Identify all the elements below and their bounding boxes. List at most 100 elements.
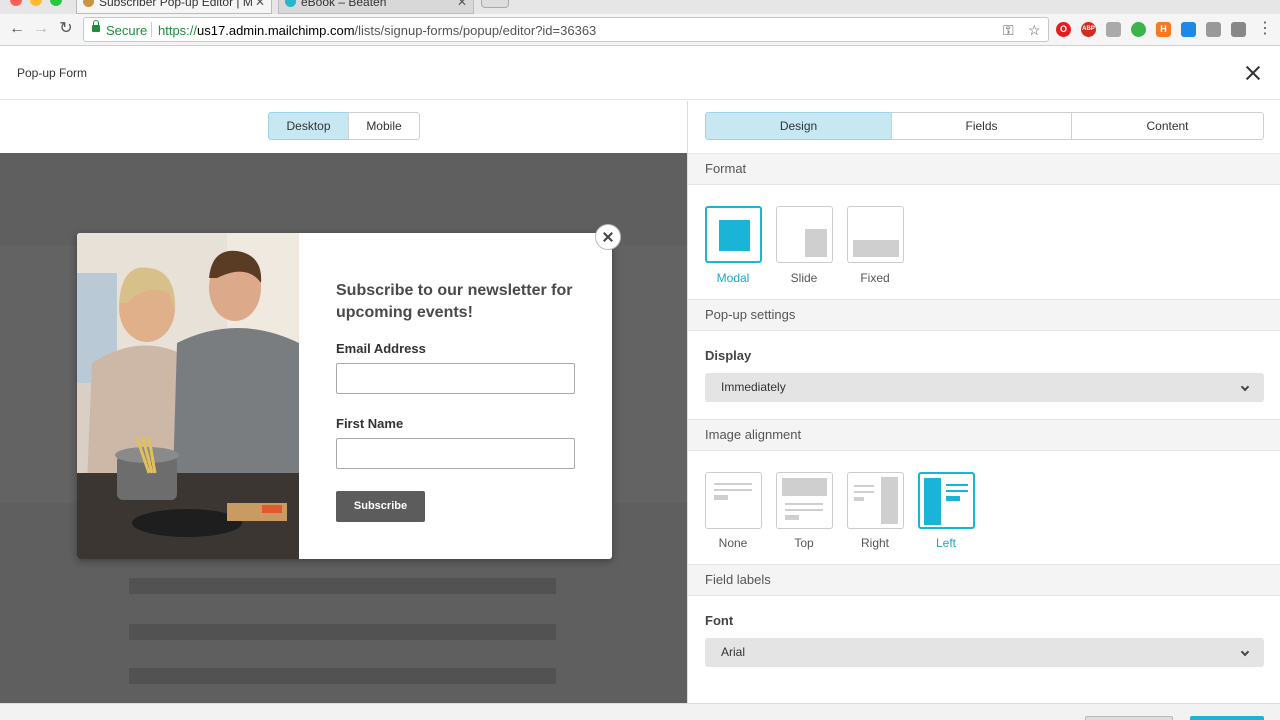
align-right-line xyxy=(854,491,874,493)
font-select-value: Arial xyxy=(721,645,746,659)
tab-design[interactable]: Design xyxy=(705,112,892,140)
close-icon[interactable] xyxy=(1243,63,1263,83)
align-top-line xyxy=(785,503,823,505)
colorful-extension-icon[interactable] xyxy=(1131,22,1146,37)
window-close-dot[interactable] xyxy=(10,0,22,6)
footer-primary-button[interactable] xyxy=(1190,716,1264,720)
format-modal-option[interactable] xyxy=(705,206,762,263)
font-select[interactable]: Arial xyxy=(705,638,1264,667)
desktop-tab[interactable]: Desktop xyxy=(268,112,349,140)
first-name-field[interactable] xyxy=(336,438,575,469)
align-right-option[interactable] xyxy=(847,472,904,529)
align-none-line xyxy=(714,483,752,485)
field-labels-heading: Field labels xyxy=(688,564,1280,596)
mobile-tab[interactable]: Mobile xyxy=(348,112,420,140)
url-divider xyxy=(151,22,152,37)
url-protocol: https:// xyxy=(158,23,198,38)
footer-bar xyxy=(0,703,1280,720)
url-text[interactable]: https://us17.admin.mailchimp.com/lists/s… xyxy=(158,23,596,38)
popup-close-icon[interactable] xyxy=(595,224,621,250)
placeholder-line xyxy=(129,578,556,594)
align-none-line xyxy=(714,489,752,491)
signup-popup: Subscribe to our newsletter for upcoming… xyxy=(77,224,621,559)
align-right-line xyxy=(854,485,874,487)
key-icon[interactable]: ⚿ xyxy=(1003,22,1014,39)
mailchimp-favicon-icon xyxy=(83,0,94,7)
browser-tab-strip: Subscriber Pop-up Editor | M ✕ eBook – B… xyxy=(0,0,1280,14)
tab-fields[interactable]: Fields xyxy=(891,112,1072,140)
couple-cooking-image xyxy=(77,233,299,559)
chevron-down-icon xyxy=(1240,647,1250,657)
display-label: Display xyxy=(705,348,752,363)
align-none-button-shape xyxy=(714,495,728,500)
window-extension-icon[interactable] xyxy=(1181,22,1196,37)
cast-icon[interactable] xyxy=(1231,22,1246,37)
app-header: Pop-up Form xyxy=(0,46,1280,100)
placeholder-line xyxy=(129,668,556,684)
url-host: us17.admin.mailchimp.com xyxy=(197,23,355,38)
window-minimize-dot[interactable] xyxy=(30,0,42,6)
popup-settings-heading: Pop-up settings xyxy=(688,299,1280,331)
reload-icon[interactable]: ↻ xyxy=(57,20,75,38)
subscribe-button[interactable]: Subscribe xyxy=(336,491,425,522)
browser-menu-icon[interactable]: ⋮ xyxy=(1256,20,1274,38)
align-right-button-shape xyxy=(854,497,864,501)
align-left-line xyxy=(946,490,968,492)
align-right-image-shape xyxy=(881,477,898,524)
align-none-option[interactable] xyxy=(705,472,762,529)
display-select[interactable]: Immediately xyxy=(705,373,1264,402)
tab-close-icon[interactable]: ✕ xyxy=(457,0,467,11)
tab-content[interactable]: Content xyxy=(1071,112,1264,140)
hubspot-extension-icon[interactable]: H xyxy=(1156,22,1171,37)
align-top-label: Top xyxy=(794,536,814,550)
settings-panel: Design Fields Content Format Modal Slide… xyxy=(687,101,1280,704)
fixed-icon xyxy=(853,240,899,257)
modal-icon xyxy=(719,220,750,251)
format-fixed-option[interactable] xyxy=(847,206,904,263)
new-tab-button[interactable] xyxy=(481,0,509,8)
popup-heading: Subscribe to our newsletter for upcoming… xyxy=(336,282,573,321)
device-toggle-bar: Desktop Mobile xyxy=(0,101,687,153)
secure-label: Secure xyxy=(106,23,148,38)
tab-close-icon[interactable]: ✕ xyxy=(255,0,265,11)
opera-extension-icon[interactable]: O xyxy=(1056,22,1071,37)
first-name-label: First Name xyxy=(336,416,404,431)
forward-arrow-icon[interactable]: → xyxy=(32,20,50,38)
adblock-extension-icon[interactable]: ABP xyxy=(1081,22,1096,37)
browser-toolbar: ← → ↻ Secure https://us17.admin.mailchim… xyxy=(0,14,1280,46)
footer-secondary-button[interactable] xyxy=(1085,716,1173,720)
format-fixed-label: Fixed xyxy=(860,271,890,285)
align-left-button-shape xyxy=(946,496,960,501)
shield-extension-icon[interactable] xyxy=(1106,22,1121,37)
popup-form: Subscribe to our newsletter for upcoming… xyxy=(336,233,586,559)
camera-extension-icon[interactable] xyxy=(1206,22,1221,37)
align-left-image-shape xyxy=(924,478,941,525)
address-bar[interactable]: Secure https://us17.admin.mailchimp.com/… xyxy=(83,17,1049,42)
page-title: Pop-up Form xyxy=(17,66,88,80)
format-section-heading: Format xyxy=(688,153,1280,185)
align-left-option[interactable] xyxy=(918,472,975,529)
window-zoom-dot[interactable] xyxy=(50,0,62,6)
align-left-label: Left xyxy=(935,536,956,550)
image-alignment-heading: Image alignment xyxy=(688,419,1280,451)
ebook-favicon-icon xyxy=(285,0,296,7)
browser-tab-2[interactable]: eBook – Beaten ✕ xyxy=(278,0,474,14)
align-right-label: Right xyxy=(860,536,889,550)
email-field[interactable] xyxy=(336,363,575,394)
browser-tab-1[interactable]: Subscriber Pop-up Editor | M ✕ xyxy=(76,0,272,14)
align-top-image-shape xyxy=(782,478,827,496)
preview-pane: Desktop Mobile Subscribe to our newslett… xyxy=(0,101,687,704)
align-none-label: None xyxy=(718,536,748,550)
email-label: Email Address xyxy=(336,341,426,356)
format-modal-label: Modal xyxy=(716,271,750,285)
browser-tab-label: Subscriber Pop-up Editor | M xyxy=(99,0,253,9)
align-top-option[interactable] xyxy=(776,472,833,529)
font-label: Font xyxy=(705,613,734,628)
format-slide-option[interactable] xyxy=(776,206,833,263)
chevron-down-icon xyxy=(1240,382,1250,392)
bookmark-star-icon[interactable]: ☆ xyxy=(1028,22,1041,39)
align-top-button-shape xyxy=(785,515,799,520)
back-arrow-icon[interactable]: ← xyxy=(8,20,26,38)
placeholder-line xyxy=(129,624,556,640)
slide-icon xyxy=(805,229,827,257)
